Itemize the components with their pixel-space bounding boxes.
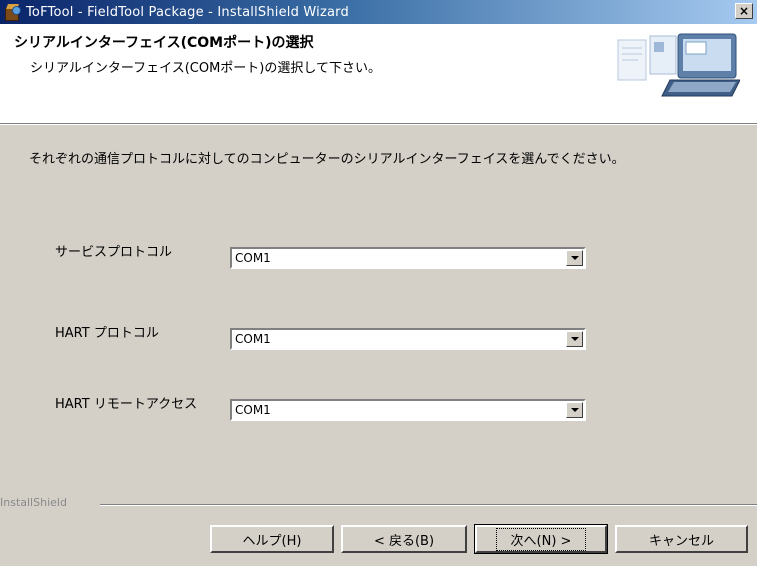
hart-protocol-value: COM1 <box>235 332 271 346</box>
page-title: シリアルインターフェイス(COMポート)の選択 <box>14 35 314 51</box>
hart-remote-access-select[interactable]: COM1 <box>230 399 586 421</box>
hart-remote-access-label: HART リモートアクセス <box>55 397 198 412</box>
service-protocol-value: COM1 <box>235 251 271 265</box>
dropdown-arrow-icon[interactable] <box>566 402 583 418</box>
title-bar: ToFTool - FieldTool Package - InstallShi… <box>0 0 757 24</box>
service-protocol-label: サービスプロトコル <box>55 245 173 260</box>
laptop-graphic <box>612 30 740 100</box>
footer-divider <box>100 504 757 506</box>
instruction-text: それぞれの通信プロトコルに対してのコンピューターのシリアルインターフェイスを選ん… <box>29 152 625 167</box>
help-button[interactable]: ヘルプ(H) <box>210 525 334 553</box>
dropdown-arrow-icon[interactable] <box>566 250 583 266</box>
hart-remote-access-value: COM1 <box>235 403 271 417</box>
page-subtitle: シリアルインターフェイス(COMポート)の選択して下さい。 <box>30 61 381 76</box>
next-button-label: 次へ(N) > <box>495 527 587 551</box>
dropdown-arrow-icon[interactable] <box>566 331 583 347</box>
header-divider <box>0 123 757 125</box>
next-button[interactable]: 次へ(N) > <box>474 524 608 554</box>
header-banner: シリアルインターフェイス(COMポート)の選択 シリアルインターフェイス(COM… <box>0 24 757 123</box>
installer-box-icon <box>5 4 21 21</box>
close-icon[interactable]: × <box>735 3 753 19</box>
hart-protocol-label: HART プロトコル <box>55 326 159 341</box>
cancel-button[interactable]: キャンセル <box>615 525 748 553</box>
window-title: ToFTool - FieldTool Package - InstallShi… <box>26 4 349 20</box>
hart-protocol-select[interactable]: COM1 <box>230 328 586 350</box>
back-button[interactable]: < 戻る(B) <box>341 525 467 553</box>
installshield-brand: InstallShield <box>0 496 67 509</box>
service-protocol-select[interactable]: COM1 <box>230 247 586 269</box>
